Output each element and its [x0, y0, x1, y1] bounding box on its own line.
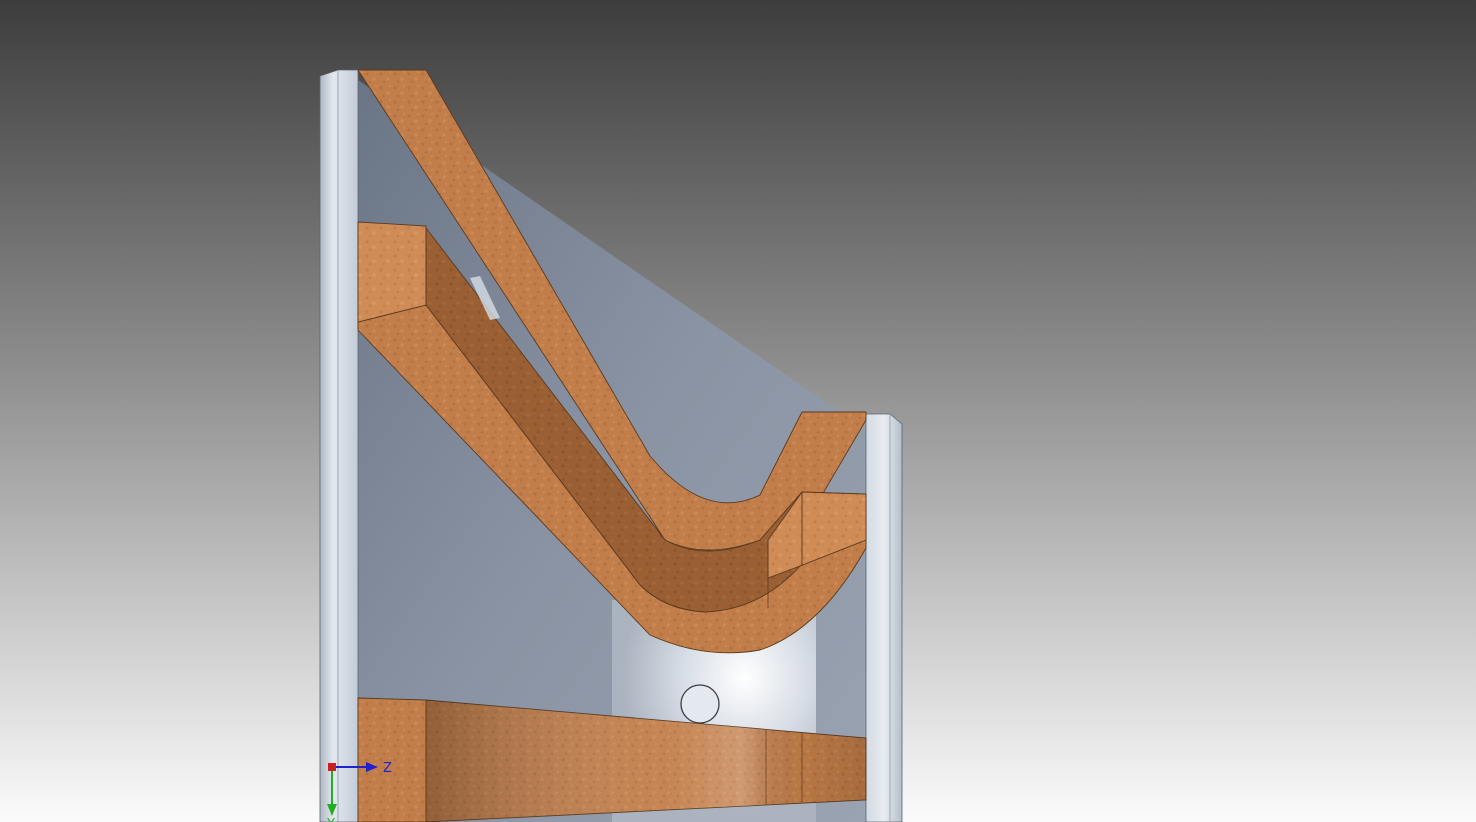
upper-wood-block: [357, 221, 427, 323]
cad-viewport[interactable]: Z Y: [0, 0, 1476, 822]
left-post: [319, 69, 359, 822]
y-axis-label: Y: [326, 817, 335, 822]
x-axis-marker: [328, 763, 336, 771]
mounting-hole: [680, 684, 720, 724]
bracket-3d-model[interactable]: [0, 0, 1476, 822]
z-axis-arrow: [366, 762, 378, 772]
coordinate-triad: Z Y: [326, 761, 392, 822]
z-axis-label: Z: [383, 761, 392, 776]
right-post: [865, 413, 903, 822]
y-axis-arrow: [327, 804, 337, 816]
